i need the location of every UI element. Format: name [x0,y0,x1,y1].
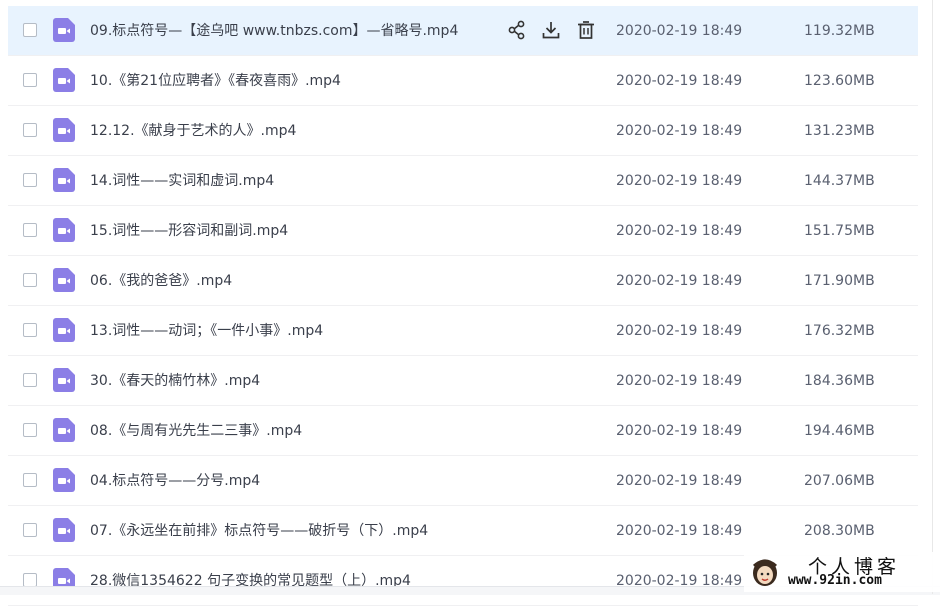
watermark-url: www.92in.com [788,573,882,588]
file-name[interactable]: 28.微信1354622 句子变换的常见题型（上）.mp4 [90,556,411,606]
file-size: 119.32MB [804,23,875,39]
file-date: 2020-02-19 18:49 [616,423,743,439]
file-date: 2020-02-19 18:49 [616,173,743,189]
file-name[interactable]: 04.标点符号——分号.mp4 [90,456,260,506]
file-name[interactable]: 09.标点符号—【途乌吧 www.tnbzs.com】—省略号.mp4 [90,6,458,56]
delete-icon[interactable] [575,19,597,41]
file-date: 2020-02-19 18:49 [616,523,743,539]
video-file-icon [53,468,75,492]
file-size: 123.60MB [804,73,875,89]
file-date: 2020-02-19 18:49 [616,323,743,339]
row-checkbox[interactable] [23,573,37,587]
file-name[interactable]: 12.12.《献身于艺术的人》.mp4 [90,106,296,156]
file-date: 2020-02-19 18:49 [616,223,743,239]
file-size: 171.90MB [804,273,875,289]
row-checkbox[interactable] [23,173,37,187]
file-name[interactable]: 30.《春天的楠竹林》.mp4 [90,356,260,406]
row-checkbox[interactable] [23,523,37,537]
video-file-icon [53,268,75,292]
video-file-icon [53,118,75,142]
file-row[interactable]: 07.《永远坐在前排》标点符号——破折号（下）.mp4 2020-02-19 1… [8,506,918,556]
file-size: 184.36MB [804,373,875,389]
file-date: 2020-02-19 18:49 [616,473,743,489]
watermark: 个人博客 www.92in.com [744,552,940,592]
file-date: 2020-02-19 18:49 [616,373,743,389]
file-name[interactable]: 08.《与周有光先生二三事》.mp4 [90,406,302,456]
file-size: 194.46MB [804,423,875,439]
share-icon[interactable] [506,19,528,41]
file-row[interactable]: 14.词性——实词和虚词.mp4 2020-02-19 18:49 144.37… [8,156,918,206]
video-file-icon [53,68,75,92]
video-file-icon [53,418,75,442]
avatar-icon [752,559,778,586]
file-row[interactable]: 30.《春天的楠竹林》.mp4 2020-02-19 18:49 184.36M… [8,356,918,406]
video-file-icon [53,318,75,342]
file-row[interactable]: 15.词性——形容词和副词.mp4 2020-02-19 18:49 151.7… [8,206,918,256]
video-file-icon [53,518,75,542]
file-name[interactable]: 07.《永远坐在前排》标点符号——破折号（下）.mp4 [90,506,428,556]
file-row[interactable]: 10.《第21位应聘者》《春夜喜雨》.mp4 2020-02-19 18:49 … [8,56,918,106]
file-row[interactable]: 12.12.《献身于艺术的人》.mp4 2020-02-19 18:49 131… [8,106,918,156]
row-checkbox[interactable] [23,273,37,287]
video-file-icon [53,218,75,242]
video-file-icon [53,18,75,42]
file-row[interactable]: 09.标点符号—【途乌吧 www.tnbzs.com】—省略号.mp4 2020… [8,6,918,56]
row-checkbox[interactable] [23,23,37,37]
file-name[interactable]: 14.词性——实词和虚词.mp4 [90,156,274,206]
row-checkbox[interactable] [23,123,37,137]
file-size: 207.06MB [804,473,875,489]
video-file-icon [53,368,75,392]
file-name[interactable]: 13.词性——动词；《一件小事》.mp4 [90,306,323,356]
file-name[interactable]: 10.《第21位应聘者》《春夜喜雨》.mp4 [90,56,341,106]
file-size: 144.37MB [804,173,875,189]
row-checkbox[interactable] [23,323,37,337]
file-date: 2020-02-19 18:49 [616,73,743,89]
file-date: 2020-02-19 18:49 [616,123,743,139]
file-row[interactable]: 08.《与周有光先生二三事》.mp4 2020-02-19 18:49 194.… [8,406,918,456]
file-size: 208.30MB [804,523,875,539]
row-checkbox[interactable] [23,223,37,237]
row-checkbox[interactable] [23,73,37,87]
panel-divider [932,0,933,594]
file-size: 176.32MB [804,323,875,339]
file-row[interactable]: 04.标点符号——分号.mp4 2020-02-19 18:49 207.06M… [8,456,918,506]
video-file-icon [53,168,75,192]
file-name[interactable]: 15.词性——形容词和副词.mp4 [90,206,288,256]
file-size: 131.23MB [804,123,875,139]
file-row[interactable]: 13.词性——动词；《一件小事》.mp4 2020-02-19 18:49 17… [8,306,918,356]
row-checkbox[interactable] [23,473,37,487]
download-icon[interactable] [540,19,562,41]
file-row[interactable]: 06.《我的爸爸》.mp4 2020-02-19 18:49 171.90MB [8,256,918,306]
file-date: 2020-02-19 18:49 [616,23,743,39]
row-checkbox[interactable] [23,423,37,437]
file-name[interactable]: 06.《我的爸爸》.mp4 [90,256,232,306]
file-date: 2020-02-19 18:49 [616,273,743,289]
file-size: 151.75MB [804,223,875,239]
file-date: 2020-02-19 18:49 [616,573,743,589]
row-checkbox[interactable] [23,373,37,387]
